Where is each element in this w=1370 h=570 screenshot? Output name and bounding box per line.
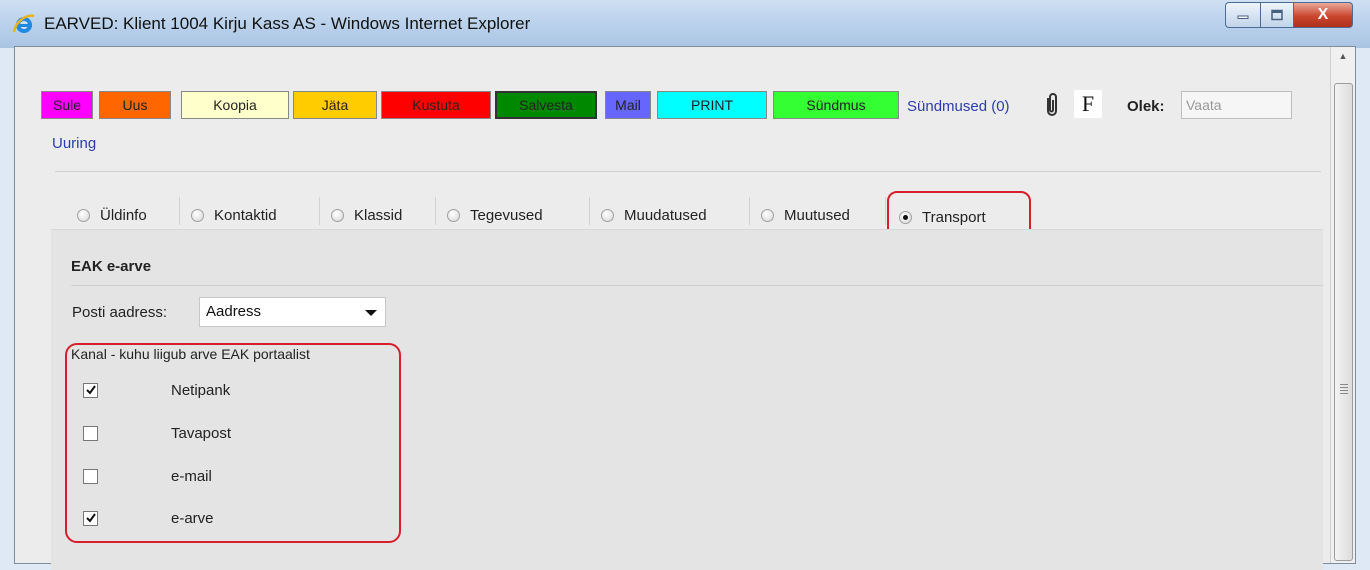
tab-separator (319, 197, 320, 225)
tab-klassid[interactable]: Klassid (331, 199, 402, 231)
scroll-up-icon[interactable]: ▲ (1331, 51, 1355, 69)
vertical-scrollbar[interactable]: ▲ (1330, 47, 1355, 563)
tab-label: Klassid (354, 206, 403, 224)
mail-button[interactable]: Mail (605, 91, 651, 119)
minimize-button[interactable] (1225, 2, 1261, 28)
uus-button[interactable]: Uus (99, 91, 171, 119)
window-titlebar: EARVED: Klient 1004 Kirju Kass AS - Wind… (0, 0, 1370, 48)
scrollbar-thumb[interactable] (1334, 83, 1353, 561)
maximize-button[interactable] (1261, 2, 1294, 28)
olek-field[interactable]: Vaata (1181, 91, 1292, 119)
posti-aadress-label: Posti aadress: (72, 304, 168, 321)
tab-separator (435, 197, 436, 225)
tab-kontaktid[interactable]: Kontaktid (191, 199, 277, 231)
chevron-down-icon (365, 310, 377, 316)
tab-muutused[interactable]: Muutused (761, 199, 850, 231)
window-controls: X (1225, 2, 1353, 28)
print-button[interactable]: PRINT (657, 91, 767, 119)
divider (55, 171, 1321, 172)
window-title: EARVED: Klient 1004 Kirju Kass AS - Wind… (44, 14, 531, 33)
page-content: Sule Uus Koopia Jäta Kustuta Salvesta Ma… (19, 47, 1325, 570)
tab-muudatused[interactable]: Muudatused (601, 199, 707, 231)
olek-label: Olek: (1127, 98, 1165, 115)
jata-button[interactable]: Jäta (293, 91, 377, 119)
sundmused-link[interactable]: Sündmused (0) (907, 98, 1010, 115)
posti-aadress-select[interactable]: Aadress (199, 297, 386, 327)
radio-icon (191, 208, 204, 222)
tab-label: Tegevused (470, 206, 543, 224)
tab-tegevused[interactable]: Tegevused (447, 199, 543, 231)
radio-icon (447, 208, 460, 222)
radio-icon (77, 208, 90, 222)
sundmus-button[interactable]: Sündmus (773, 91, 899, 119)
tab-separator (885, 197, 886, 225)
close-icon: X (1317, 6, 1329, 23)
uuring-link[interactable]: Uuring (52, 135, 96, 152)
kanal-highlight (65, 343, 401, 543)
minimize-icon (1237, 15, 1249, 19)
tab-label: Kontaktid (214, 206, 277, 224)
tab-label: Muudatused (624, 206, 707, 224)
paperclip-icon[interactable] (1043, 92, 1061, 118)
close-button[interactable]: X (1294, 2, 1353, 28)
section-title: EAK e-arve (71, 258, 152, 275)
grip-icon (1340, 384, 1348, 394)
tab-label: Üldinfo (100, 206, 147, 224)
radio-icon (601, 208, 614, 222)
internet-explorer-icon (12, 14, 35, 33)
posti-aadress-value: Aadress (206, 303, 262, 320)
radio-icon (761, 208, 774, 222)
tab-separator (179, 197, 180, 225)
section-divider (71, 285, 1323, 286)
sule-button[interactable]: Sule (41, 91, 93, 119)
f-button[interactable]: F (1074, 90, 1102, 118)
koopia-button[interactable]: Koopia (181, 91, 289, 119)
browser-viewport: Sule Uus Koopia Jäta Kustuta Salvesta Ma… (14, 46, 1356, 570)
tab-label: Muutused (784, 206, 850, 224)
tab-separator (589, 197, 590, 225)
salvesta-button[interactable]: Salvesta (495, 91, 597, 119)
tab-uldinfo[interactable]: Üldinfo (77, 199, 147, 231)
kustuta-button[interactable]: Kustuta (381, 91, 491, 119)
tab-separator (749, 197, 750, 225)
radio-icon (331, 208, 344, 222)
maximize-icon (1271, 9, 1283, 21)
